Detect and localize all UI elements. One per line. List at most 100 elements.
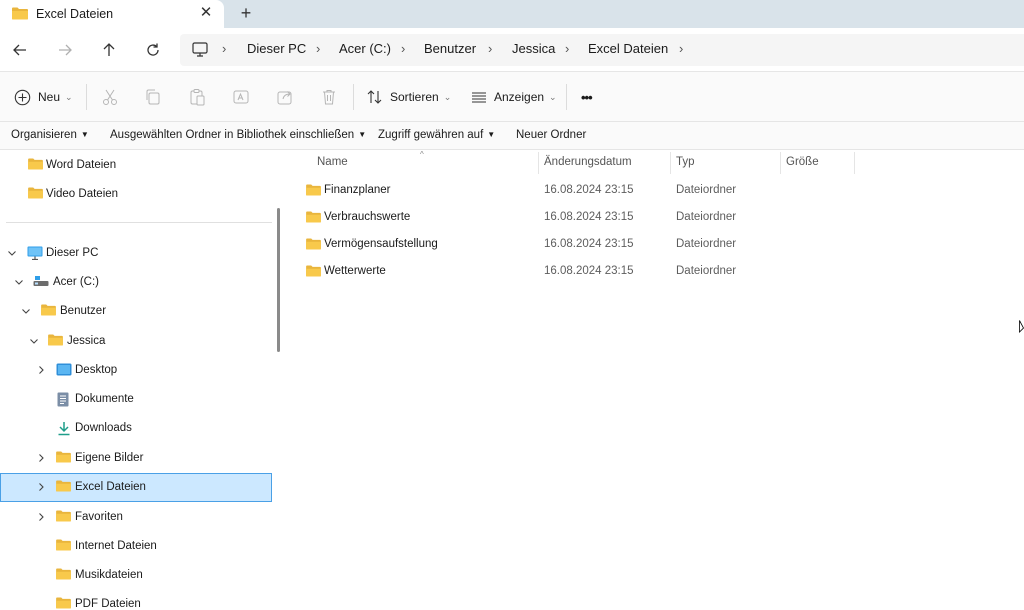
- new-tab-button[interactable]: +: [236, 3, 256, 23]
- sidebar-item-excel-dateien[interactable]: Excel Dateien: [0, 473, 272, 502]
- sidebar-item-desktop[interactable]: Desktop: [0, 356, 272, 385]
- delete-icon[interactable]: [319, 87, 339, 107]
- file-type: Dateiordner: [676, 265, 737, 277]
- chevron-right-icon: ›: [316, 41, 321, 56]
- share-with-menu[interactable]: Zugriff gewähren auf ▼: [378, 129, 495, 141]
- tab-strip: Excel Dateien ✕ +: [0, 0, 1024, 28]
- column-divider[interactable]: [538, 152, 539, 174]
- sidebar-item-label: Excel Dateien: [75, 481, 146, 493]
- chevron-right-icon: ›: [222, 41, 227, 56]
- folder-icon: [56, 510, 71, 522]
- column-header-size[interactable]: Größe: [786, 156, 819, 168]
- column-divider[interactable]: [780, 152, 781, 174]
- rename-icon[interactable]: [231, 87, 251, 107]
- sidebar-item-downloads[interactable]: Downloads: [0, 414, 272, 443]
- view-button[interactable]: Anzeigen ⌄: [471, 86, 557, 108]
- navigation-pane: Word Dateien Video Dateien Dieser PC Ace…: [0, 150, 286, 610]
- tab-title: Excel Dateien: [36, 7, 114, 21]
- sidebar-item-acer-c[interactable]: Acer (C:): [0, 268, 272, 297]
- column-divider[interactable]: [854, 152, 855, 174]
- sort-button[interactable]: Sortieren ⌄: [367, 86, 451, 108]
- breadcrumb-acer-c[interactable]: Acer (C:): [339, 41, 391, 56]
- chevron-right-icon[interactable]: [35, 481, 47, 493]
- sidebar-item-jessica[interactable]: Jessica: [0, 327, 272, 356]
- folder-icon: [56, 597, 71, 609]
- sidebar-item-pdf-dateien[interactable]: PDF Dateien: [0, 590, 272, 610]
- column-header-date[interactable]: Änderungsdatum: [544, 156, 632, 168]
- chevron-down-icon[interactable]: [6, 247, 18, 259]
- sidebar-item-eigene-bilder[interactable]: Eigene Bilder: [0, 444, 272, 473]
- close-tab-button[interactable]: ✕: [197, 4, 215, 22]
- folder-icon: [28, 187, 43, 199]
- copy-icon[interactable]: [143, 87, 163, 107]
- chevron-right-icon: ›: [565, 41, 570, 56]
- sidebar-item-benutzer[interactable]: Benutzer: [0, 297, 272, 326]
- paste-icon[interactable]: [187, 87, 207, 107]
- column-header-name[interactable]: Name: [317, 156, 348, 168]
- sort-button-label: Sortieren: [390, 90, 439, 104]
- breadcrumb-jessica[interactable]: Jessica: [512, 41, 555, 56]
- chevron-down-icon[interactable]: [28, 335, 40, 347]
- table-row[interactable]: Finanzplaner 16.08.2024 23:15 Dateiordne…: [300, 178, 860, 204]
- file-type: Dateiordner: [676, 238, 737, 250]
- computer-icon: [192, 42, 208, 57]
- chevron-right-icon[interactable]: [35, 452, 47, 464]
- chevron-right-icon[interactable]: ›: [679, 41, 683, 56]
- column-header-type[interactable]: Typ: [676, 156, 695, 168]
- new-button[interactable]: Neu ⌄: [14, 86, 73, 108]
- sidebar-scrollbar[interactable]: [277, 208, 280, 352]
- organize-menu[interactable]: Organisieren ▼: [11, 129, 89, 141]
- table-row[interactable]: Verbrauchswerte 16.08.2024 23:15 Dateior…: [300, 205, 860, 231]
- sidebar-item-word-dateien[interactable]: Word Dateien: [0, 151, 272, 180]
- triangle-down-icon: ▼: [487, 130, 496, 139]
- computer-icon: [27, 246, 43, 260]
- triangle-down-icon: ▼: [358, 130, 367, 139]
- document-icon: [57, 392, 69, 407]
- forward-button[interactable]: [53, 38, 77, 62]
- folder-icon: [56, 451, 71, 463]
- file-list: ^ Name Änderungsdatum Typ Größe Finanzpl…: [286, 150, 1024, 610]
- sidebar-item-internet-dateien[interactable]: Internet Dateien: [0, 532, 272, 561]
- chevron-right-icon: ›: [401, 41, 406, 56]
- arrow-right-icon: [59, 44, 72, 56]
- sidebar-item-musikdateien[interactable]: Musikdateien: [0, 561, 272, 590]
- breadcrumb-benutzer[interactable]: Benutzer: [424, 41, 476, 56]
- cut-icon[interactable]: [100, 87, 120, 107]
- sidebar-item-favoriten[interactable]: Favoriten: [0, 503, 272, 532]
- sidebar-item-label: Favoriten: [75, 511, 123, 523]
- sidebar-item-video-dateien[interactable]: Video Dateien: [0, 180, 272, 209]
- file-date: 16.08.2024 23:15: [544, 238, 634, 250]
- arrow-left-icon: [13, 44, 26, 56]
- legacy-toolbar: Organisieren ▼ Ausgewählten Ordner in Bib…: [0, 122, 1024, 150]
- sidebar-item-label: Acer (C:): [53, 276, 99, 288]
- sidebar-item-label: Musikdateien: [75, 569, 143, 581]
- share-with-label: Zugriff gewähren auf: [378, 129, 484, 141]
- sidebar-item-label: Dieser PC: [46, 247, 99, 259]
- include-in-library-menu[interactable]: Ausgewählten Ordner in Bibliothek einsch…: [110, 129, 366, 141]
- sidebar-item-dokumente[interactable]: Dokumente: [0, 385, 272, 414]
- address-bar[interactable]: › Dieser PC › Acer (C:) › Benutzer › Jes…: [180, 34, 1024, 66]
- chevron-down-icon[interactable]: [13, 276, 25, 288]
- breadcrumb-dieser-pc[interactable]: Dieser PC: [247, 41, 306, 56]
- up-button[interactable]: [97, 38, 121, 62]
- desktop-icon: [56, 363, 72, 376]
- chevron-down-icon: ⌄: [443, 91, 452, 102]
- back-button[interactable]: [8, 38, 32, 62]
- divider: [566, 84, 567, 110]
- sidebar-item-dieser-pc[interactable]: Dieser PC: [0, 239, 272, 268]
- new-folder-button[interactable]: Neuer Ordner: [516, 129, 586, 141]
- file-explorer-window: Excel Dateien ✕ + › Dieser PC › Acer (C:…: [0, 0, 1024, 610]
- share-icon[interactable]: [275, 87, 295, 107]
- chevron-right-icon[interactable]: [35, 511, 47, 523]
- refresh-button[interactable]: [141, 38, 165, 62]
- column-divider[interactable]: [670, 152, 671, 174]
- table-row[interactable]: Vermögensaufstellung 16.08.2024 23:15 Da…: [300, 232, 860, 258]
- folder-icon: [28, 158, 43, 170]
- tab-excel-dateien[interactable]: Excel Dateien ✕: [0, 0, 224, 28]
- chevron-right-icon[interactable]: [35, 364, 47, 376]
- more-options-button[interactable]: •••: [581, 86, 593, 108]
- sidebar-item-label: Jessica: [67, 335, 106, 347]
- breadcrumb-excel-dateien[interactable]: Excel Dateien: [588, 41, 668, 56]
- chevron-down-icon[interactable]: [20, 305, 32, 317]
- table-row[interactable]: Wetterwerte 16.08.2024 23:15 Dateiordner: [300, 259, 860, 285]
